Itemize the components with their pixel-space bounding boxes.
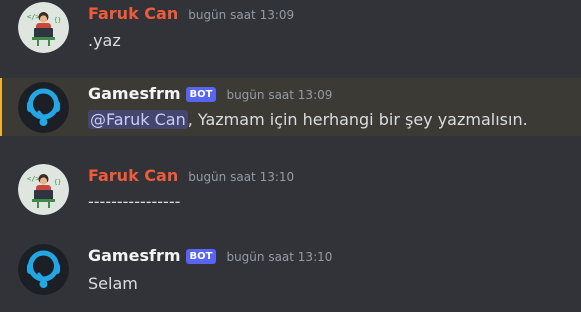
gamesfrm-headset-logo-icon[interactable] bbox=[18, 244, 69, 295]
timestamp[interactable]: bugün saat 13:09 bbox=[188, 8, 294, 22]
gamesfrm-headset-logo-icon[interactable] bbox=[18, 82, 69, 133]
message-header: Gamesfrm BOT bugün saat 13:09 bbox=[88, 84, 332, 104]
timestamp[interactable]: bugün saat 13:10 bbox=[188, 170, 294, 184]
message-text: , Yazmam için herhangi bir şey yazmalısı… bbox=[187, 110, 528, 129]
svg-text:{}: {} bbox=[54, 179, 61, 186]
timestamp[interactable]: bugün saat 13:10 bbox=[226, 250, 332, 264]
message-item: </> {} Faruk Can bugün saat 13:10 ------… bbox=[0, 158, 581, 224]
user-mention[interactable]: @Faruk Can bbox=[88, 110, 188, 129]
coder-desk-avatar-icon[interactable]: </> {} bbox=[18, 2, 69, 53]
message-content: @Faruk Can, Yazmam için herhangi bir şey… bbox=[88, 110, 528, 129]
message-content: ---------------- bbox=[88, 192, 181, 211]
username[interactable]: Gamesfrm bbox=[88, 246, 181, 265]
bot-badge: BOT bbox=[185, 87, 217, 102]
coder-desk-avatar-icon[interactable]: </> {} bbox=[18, 164, 69, 215]
username[interactable]: Gamesfrm bbox=[88, 84, 181, 103]
message-header: Gamesfrm BOT bugün saat 13:10 bbox=[88, 246, 332, 266]
timestamp[interactable]: bugün saat 13:09 bbox=[226, 88, 332, 102]
svg-text:</>: </> bbox=[27, 175, 40, 183]
bot-badge: BOT bbox=[185, 249, 217, 264]
message-content: .yaz bbox=[88, 31, 121, 50]
username[interactable]: Faruk Can bbox=[88, 166, 178, 185]
message-header: Faruk Can bugün saat 13:09 bbox=[88, 4, 294, 23]
username[interactable]: Faruk Can bbox=[88, 4, 178, 23]
message-header: Faruk Can bugün saat 13:10 bbox=[88, 166, 294, 185]
message-item-highlighted: Gamesfrm BOT bugün saat 13:09 @Faruk Can… bbox=[0, 78, 581, 136]
message-item: </> {} Faruk Can bugün saat 13:09 .yaz bbox=[0, 0, 581, 70]
svg-text:</>: </> bbox=[27, 13, 40, 21]
message-item: Gamesfrm BOT bugün saat 13:10 Selam bbox=[0, 238, 581, 310]
message-content: Selam bbox=[88, 274, 138, 293]
svg-text:{}: {} bbox=[54, 17, 61, 24]
